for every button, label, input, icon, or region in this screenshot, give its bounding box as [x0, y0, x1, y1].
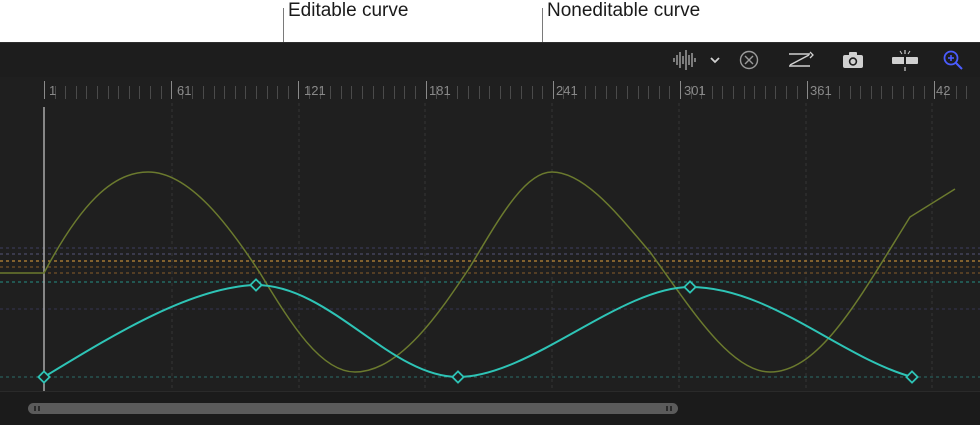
zoom-icon[interactable] — [942, 49, 964, 71]
ruler-label-42: 42 — [936, 83, 950, 98]
snapshot-camera-icon[interactable] — [840, 49, 866, 71]
toolbar — [0, 42, 980, 78]
keyframe[interactable] — [683, 280, 697, 294]
noneditable-curve — [0, 171, 956, 373]
keyframes — [37, 278, 919, 384]
keyframe[interactable] — [905, 370, 919, 384]
scroll-grip-right[interactable] — [666, 406, 668, 411]
keyframe[interactable] — [37, 370, 51, 384]
editable-curve-callout: Editable curve — [288, 0, 409, 21]
keyframe[interactable] — [249, 278, 263, 292]
horizontal-scrollbar[interactable] — [0, 391, 980, 425]
noneditable-curve-callout: Noneditable curve — [547, 0, 701, 21]
ruler-label-61: 61 — [177, 83, 191, 98]
horizontal-guides — [0, 247, 980, 378]
curve-graph[interactable]: 1 61 121 181 241 301 361 42 — [0, 77, 980, 391]
scroll-grip-right[interactable] — [670, 406, 672, 411]
keyframe[interactable] — [451, 370, 465, 384]
scroll-grip-left[interactable] — [34, 406, 36, 411]
scroll-thumb[interactable] — [28, 403, 678, 414]
vertical-grid — [171, 103, 933, 391]
ruler-label-1: 1 — [49, 83, 56, 98]
editable-curve[interactable] — [43, 283, 913, 379]
fit-curve-icon[interactable] — [786, 49, 816, 71]
chevron-down-icon[interactable] — [708, 49, 722, 71]
waveform-icon[interactable] — [672, 49, 698, 71]
ruler-label-241: 241 — [556, 83, 578, 98]
split-clip-icon[interactable] — [890, 49, 920, 71]
keyframe-editor-panel: 1 61 121 181 241 301 361 42 — [0, 42, 980, 425]
ruler-label-301: 301 — [684, 83, 706, 98]
ruler-label-181: 181 — [429, 83, 451, 98]
curve-graph-svg: 1 61 121 181 241 301 361 42 — [0, 77, 980, 391]
ruler-label-121: 121 — [304, 83, 326, 98]
clear-curve-icon[interactable] — [738, 49, 760, 71]
ruler-label-361: 361 — [810, 83, 832, 98]
scroll-grip-left[interactable] — [38, 406, 40, 411]
